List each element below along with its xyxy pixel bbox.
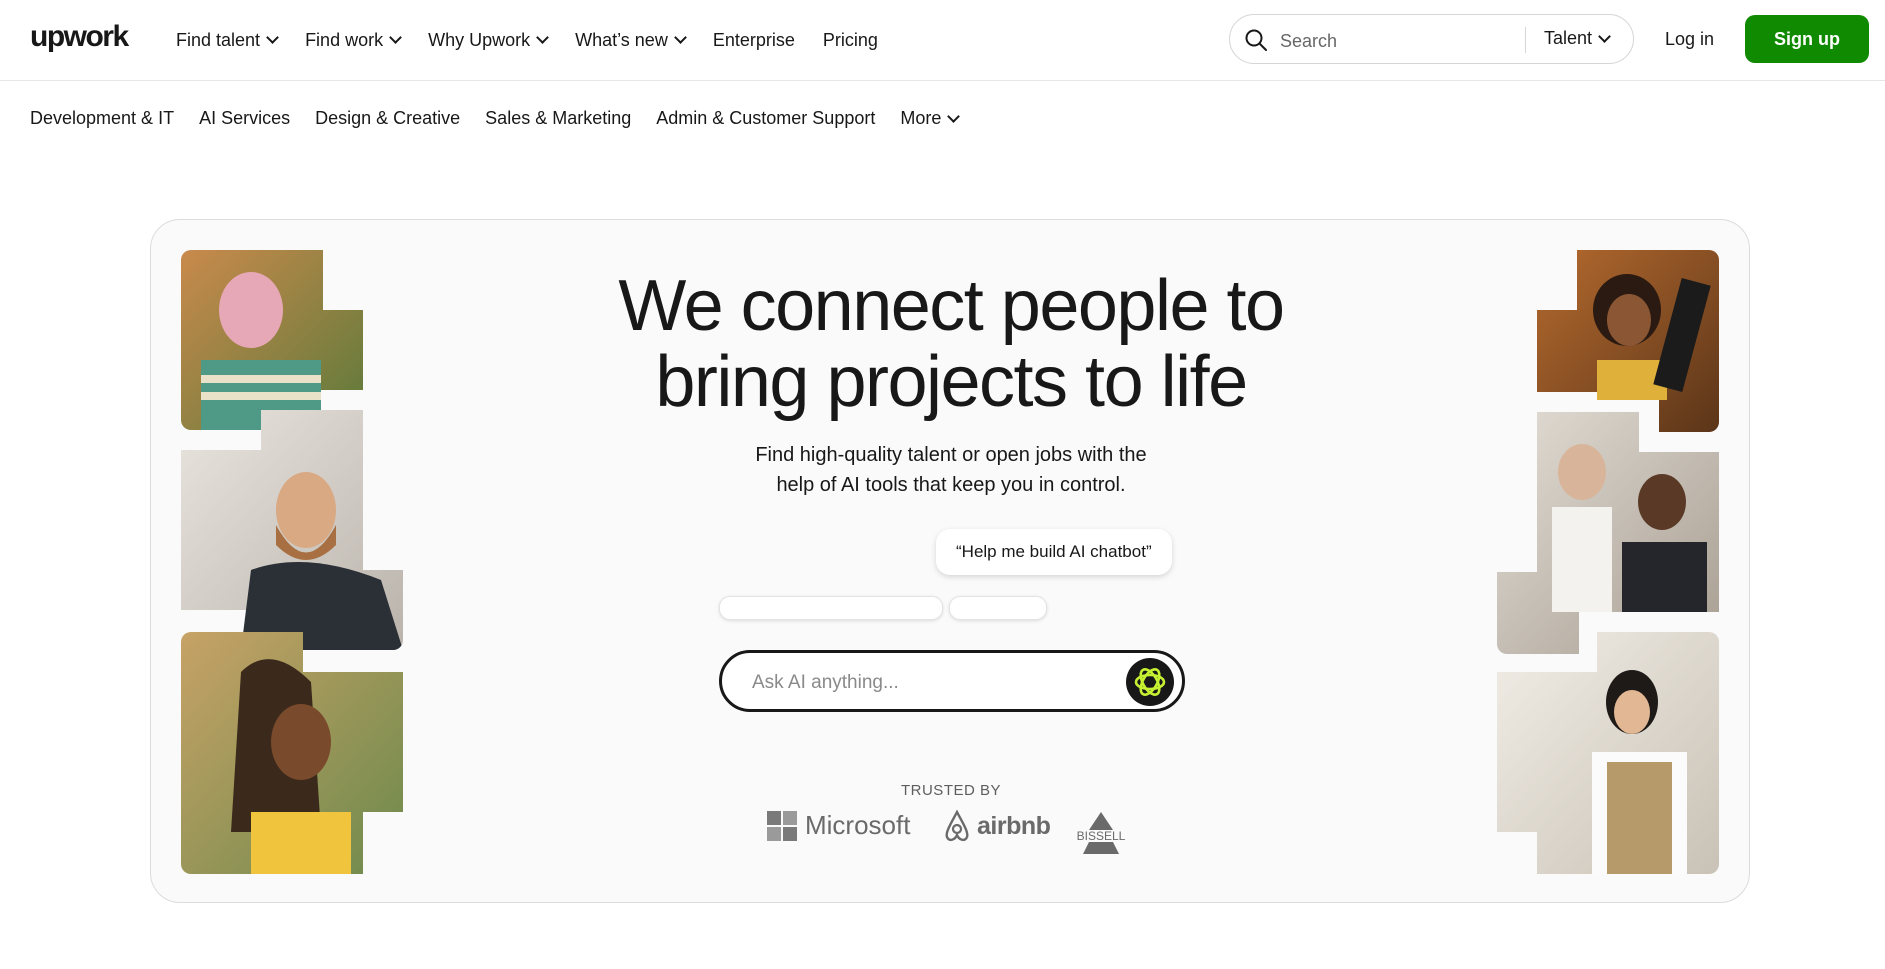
main-menu: Find talent Find work Why Upwork What’s …: [176, 0, 906, 80]
chevron-down-icon: [389, 31, 402, 44]
microsoft-logo: Microsoft: [767, 810, 910, 841]
airbnb-icon: [945, 810, 969, 842]
trusted-logos: Microsoft airbnb BISSELL: [151, 810, 1749, 860]
hero-subtitle-line-1: Find high-quality talent or open jobs wi…: [755, 444, 1147, 466]
nav-find-talent[interactable]: Find talent: [176, 29, 279, 51]
ai-suggestion-chip[interactable]: “Help me build AI chatbot”: [936, 529, 1172, 575]
microsoft-icon: [767, 810, 797, 841]
category-development-it[interactable]: Development & IT: [30, 108, 174, 129]
chevron-down-icon: [673, 31, 687, 44]
airbnb-wordmark: airbnb: [977, 811, 1051, 840]
nav-enterprise[interactable]: Enterprise: [713, 30, 795, 51]
hero-section: We connect people to bring projects to l…: [150, 219, 1750, 903]
chevron-down-icon: [266, 31, 279, 44]
nav-whats-new[interactable]: What’s new: [575, 29, 687, 51]
search-scope-dropdown[interactable]: Talent: [1544, 28, 1611, 49]
login-link[interactable]: Log in: [1665, 29, 1714, 50]
category-more-dropdown[interactable]: More: [900, 108, 961, 129]
category-admin-support[interactable]: Admin & Customer Support: [656, 108, 875, 129]
category-sales-marketing[interactable]: Sales & Marketing: [485, 108, 631, 129]
airbnb-logo: airbnb: [943, 810, 1051, 842]
hero-headline-line-2: bring projects to life: [655, 342, 1248, 422]
top-navigation: upwork Find talent Find work Why Upwork …: [0, 0, 1885, 81]
search-input[interactable]: [1278, 25, 1542, 57]
trusted-by-label: TRUSTED BY: [900, 782, 1001, 799]
hero-headline: We connect people to bring projects to l…: [151, 266, 1749, 422]
category-ai-services[interactable]: AI Services: [199, 108, 290, 129]
chevron-down-icon: [536, 31, 549, 44]
nav-why-upwork-label: Why Upwork: [428, 29, 531, 50]
nav-enterprise-label: Enterprise: [712, 29, 795, 50]
search-icon[interactable]: [1244, 28, 1268, 52]
ai-submit-button[interactable]: [1126, 658, 1174, 706]
suggestion-placeholder-pill: [719, 596, 943, 620]
nav-whats-new-label: What’s new: [575, 29, 668, 50]
search-divider: [1525, 27, 1526, 53]
ai-prompt-input[interactable]: [750, 667, 1114, 699]
bissell-logo: BISSELL: [1077, 812, 1126, 854]
nav-find-work[interactable]: Find work: [305, 29, 402, 51]
search-scope-label: Talent: [1544, 28, 1593, 48]
category-design-creative[interactable]: Design & Creative: [315, 108, 460, 129]
bissell-wordmark: BISSELL: [1077, 829, 1126, 843]
nav-why-upwork[interactable]: Why Upwork: [428, 29, 549, 51]
signup-button[interactable]: Sign up: [1745, 15, 1869, 63]
suggestion-placeholder-pill: [949, 596, 1047, 620]
nav-find-work-label: Find work: [305, 29, 384, 50]
ai-sparkle-icon: [1134, 668, 1166, 696]
hero-headline-line-1: We connect people to: [618, 266, 1285, 346]
search-bar: Talent: [1229, 14, 1634, 64]
category-navigation: Development & IT AI Services Design & Cr…: [30, 108, 983, 129]
nav-pricing-label: Pricing: [822, 29, 878, 50]
nav-pricing[interactable]: Pricing: [823, 30, 878, 51]
ai-prompt-box: [719, 650, 1185, 712]
hero-subtitle-line-2: help of AI tools that keep you in contro…: [776, 474, 1126, 496]
category-more-label: More: [900, 108, 942, 128]
nav-find-talent-label: Find talent: [176, 29, 261, 50]
chevron-down-icon: [947, 109, 961, 123]
hero-subtitle: Find high-quality talent or open jobs wi…: [151, 440, 1749, 500]
upwork-logo[interactable]: upwork: [30, 20, 129, 54]
chevron-down-icon: [1598, 29, 1611, 43]
microsoft-wordmark: Microsoft: [805, 810, 911, 840]
